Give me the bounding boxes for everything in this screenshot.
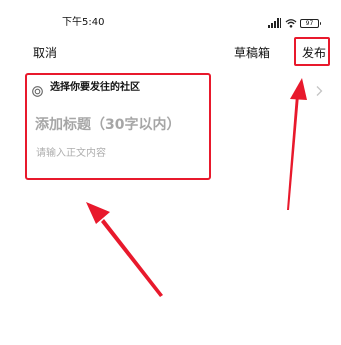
drafts-button[interactable]: 草稿箱 — [234, 45, 270, 61]
cancel-button[interactable]: 取消 — [33, 45, 57, 61]
status-time: 下午5:40 — [62, 17, 105, 28]
status-icons: 97 — [268, 17, 321, 29]
cellular-signal-icon — [268, 18, 282, 28]
wifi-icon — [285, 18, 297, 28]
battery-icon: 97 — [300, 18, 321, 28]
chevron-right-icon[interactable] — [315, 82, 323, 96]
publish-highlight-box — [294, 37, 330, 66]
arrow-to-form-icon — [86, 202, 163, 297]
form-highlight-box — [25, 73, 211, 180]
arrow-to-publish-icon — [287, 78, 307, 210]
